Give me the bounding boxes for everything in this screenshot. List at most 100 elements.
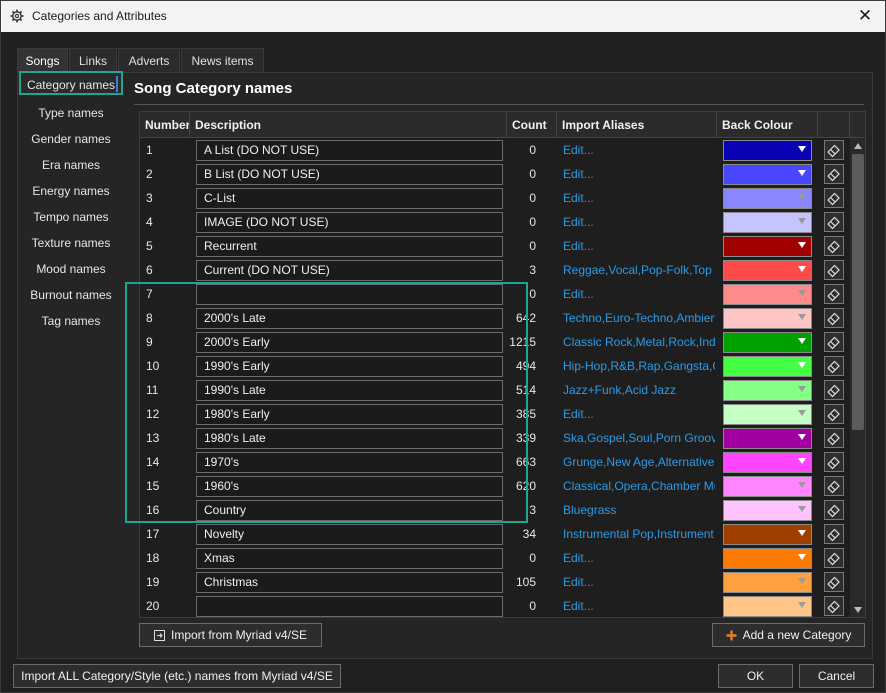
eraser-button[interactable] (824, 140, 844, 160)
eraser-button[interactable] (824, 236, 844, 256)
eraser-button[interactable] (824, 284, 844, 304)
column-header-description[interactable]: Description (190, 112, 507, 138)
description-input[interactable] (196, 284, 503, 305)
import-aliases-link[interactable]: Edit... (563, 210, 715, 234)
eraser-button[interactable] (824, 596, 844, 616)
description-input[interactable]: 1960's (196, 476, 503, 497)
tab-songs[interactable]: Songs (17, 48, 68, 72)
tab-news-items[interactable]: News items (181, 48, 264, 72)
close-icon[interactable]: ✕ (855, 6, 875, 26)
import-aliases-link[interactable]: Classical,Opera,Chamber Mu (563, 474, 715, 498)
scroll-thumb[interactable] (852, 154, 864, 430)
import-aliases-link[interactable]: Edit... (563, 546, 715, 570)
import-aliases-link[interactable]: Edit... (563, 186, 715, 210)
description-input[interactable]: 1980's Early (196, 404, 503, 425)
sidebar-item-mood-names[interactable]: Mood names (19, 257, 123, 281)
description-input[interactable]: Current (DO NOT USE) (196, 260, 503, 281)
description-input[interactable]: 2000's Early (196, 332, 503, 353)
sidebar-item-tempo-names[interactable]: Tempo names (19, 205, 123, 229)
description-input[interactable]: 1990's Late (196, 380, 503, 401)
description-input[interactable] (196, 596, 503, 617)
description-input[interactable]: 2000's Late (196, 308, 503, 329)
import-aliases-link[interactable]: Grunge,New Age,Alternative (563, 450, 715, 474)
import-aliases-link[interactable]: Edit... (563, 138, 715, 162)
description-input[interactable]: IMAGE (DO NOT USE) (196, 212, 503, 233)
tab-adverts[interactable]: Adverts (118, 48, 180, 72)
description-input[interactable]: A List (DO NOT USE) (196, 140, 503, 161)
eraser-button[interactable] (824, 212, 844, 232)
import-aliases-link[interactable]: Instrumental Pop,Instrument (563, 522, 715, 546)
eraser-button[interactable] (824, 548, 844, 568)
eraser-button[interactable] (824, 500, 844, 520)
eraser-button[interactable] (824, 356, 844, 376)
back-colour-dropdown[interactable] (723, 212, 812, 233)
sidebar-item-category-names[interactable]: Category names (19, 71, 123, 95)
import-aliases-link[interactable]: Techno,Euro-Techno,Ambien (563, 306, 715, 330)
back-colour-dropdown[interactable] (723, 404, 812, 425)
back-colour-dropdown[interactable] (723, 476, 812, 497)
eraser-button[interactable] (824, 476, 844, 496)
eraser-button[interactable] (824, 452, 844, 472)
eraser-button[interactable] (824, 524, 844, 544)
column-header-count[interactable]: Count (507, 112, 557, 138)
import-aliases-link[interactable]: Hip-Hop,R&B,Rap,Gangsta,C (563, 354, 715, 378)
description-input[interactable]: Xmas (196, 548, 503, 569)
description-input[interactable]: 1990's Early (196, 356, 503, 377)
vertical-scrollbar[interactable] (850, 138, 865, 617)
import-aliases-link[interactable]: Edit... (563, 162, 715, 186)
import-all-button[interactable]: Import ALL Category/Style (etc.) names f… (13, 664, 341, 688)
column-header-number[interactable]: Number (140, 112, 190, 138)
cancel-button[interactable]: Cancel (799, 664, 874, 688)
eraser-button[interactable] (824, 260, 844, 280)
tab-links[interactable]: Links (69, 48, 117, 72)
back-colour-dropdown[interactable] (723, 188, 812, 209)
eraser-button[interactable] (824, 380, 844, 400)
eraser-button[interactable] (824, 404, 844, 424)
back-colour-dropdown[interactable] (723, 236, 812, 257)
import-aliases-link[interactable]: Reggae,Vocal,Pop-Folk,Top 4 (563, 258, 715, 282)
import-aliases-link[interactable]: Classic Rock,Metal,Rock,Indu (563, 330, 715, 354)
description-input[interactable]: Recurrent (196, 236, 503, 257)
back-colour-dropdown[interactable] (723, 164, 812, 185)
eraser-button[interactable] (824, 164, 844, 184)
sidebar-item-type-names[interactable]: Type names (19, 101, 123, 125)
scroll-down-icon[interactable] (854, 607, 862, 613)
sidebar-item-gender-names[interactable]: Gender names (19, 127, 123, 151)
eraser-button[interactable] (824, 428, 844, 448)
description-input[interactable]: Novelty (196, 524, 503, 545)
import-aliases-link[interactable]: Edit... (563, 570, 715, 594)
import-from-myriad-button[interactable]: Import from Myriad v4/SE (139, 623, 322, 647)
sidebar-item-tag-names[interactable]: Tag names (19, 309, 123, 333)
column-header-import-aliases[interactable]: Import Aliases (557, 112, 717, 138)
back-colour-dropdown[interactable] (723, 548, 812, 569)
description-input[interactable]: Christmas (196, 572, 503, 593)
back-colour-dropdown[interactable] (723, 428, 812, 449)
back-colour-dropdown[interactable] (723, 572, 812, 593)
scroll-up-icon[interactable] (854, 143, 862, 149)
sidebar-item-burnout-names[interactable]: Burnout names (19, 283, 123, 307)
sidebar-item-texture-names[interactable]: Texture names (19, 231, 123, 255)
description-input[interactable]: Country (196, 500, 503, 521)
import-aliases-link[interactable]: Jazz+Funk,Acid Jazz (563, 378, 715, 402)
add-category-button[interactable]: Add a new Category (712, 623, 865, 647)
sidebar-item-energy-names[interactable]: Energy names (19, 179, 123, 203)
ok-button[interactable]: OK (718, 664, 793, 688)
import-aliases-link[interactable]: Edit... (563, 282, 715, 306)
back-colour-dropdown[interactable] (723, 596, 812, 617)
import-aliases-link[interactable]: Edit... (563, 594, 715, 617)
sidebar-item-era-names[interactable]: Era names (19, 153, 123, 177)
back-colour-dropdown[interactable] (723, 356, 812, 377)
eraser-button[interactable] (824, 332, 844, 352)
back-colour-dropdown[interactable] (723, 380, 812, 401)
eraser-button[interactable] (824, 188, 844, 208)
import-aliases-link[interactable]: Edit... (563, 234, 715, 258)
back-colour-dropdown[interactable] (723, 140, 812, 161)
back-colour-dropdown[interactable] (723, 260, 812, 281)
description-input[interactable]: 1970's (196, 452, 503, 473)
import-aliases-link[interactable]: Ska,Gospel,Soul,Porn Groove (563, 426, 715, 450)
back-colour-dropdown[interactable] (723, 332, 812, 353)
back-colour-dropdown[interactable] (723, 308, 812, 329)
description-input[interactable]: B List (DO NOT USE) (196, 164, 503, 185)
back-colour-dropdown[interactable] (723, 524, 812, 545)
eraser-button[interactable] (824, 572, 844, 592)
